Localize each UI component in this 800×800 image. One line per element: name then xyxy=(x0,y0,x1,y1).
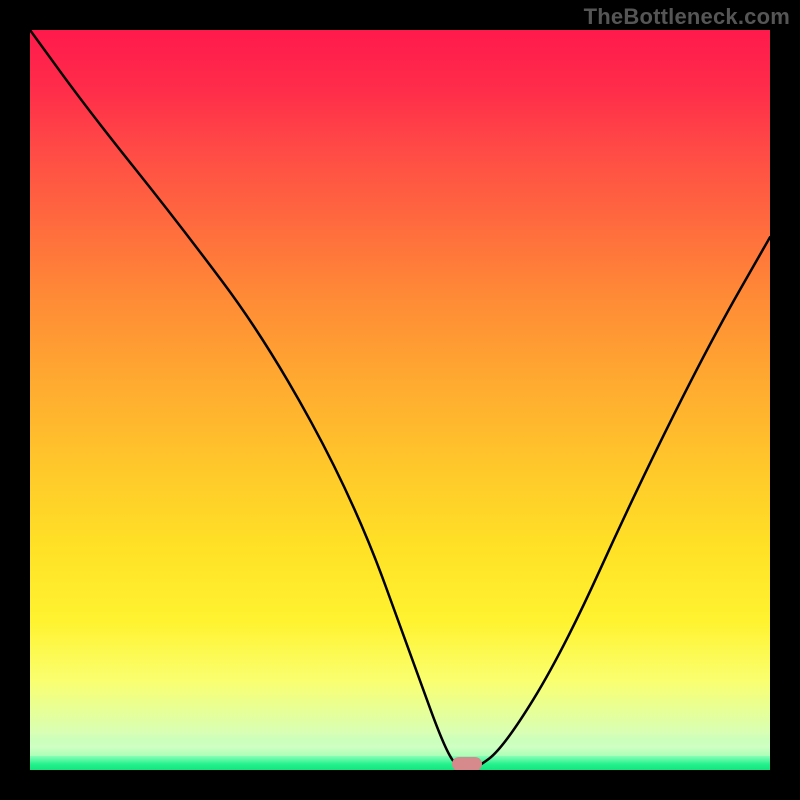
bottleneck-curve xyxy=(30,30,770,770)
optimal-point-marker xyxy=(452,757,482,770)
green-band xyxy=(30,756,770,770)
plot-area xyxy=(30,30,770,770)
chart-frame: TheBottleneck.com xyxy=(0,0,800,800)
pale-band xyxy=(30,732,770,756)
watermark-label: TheBottleneck.com xyxy=(584,4,790,30)
